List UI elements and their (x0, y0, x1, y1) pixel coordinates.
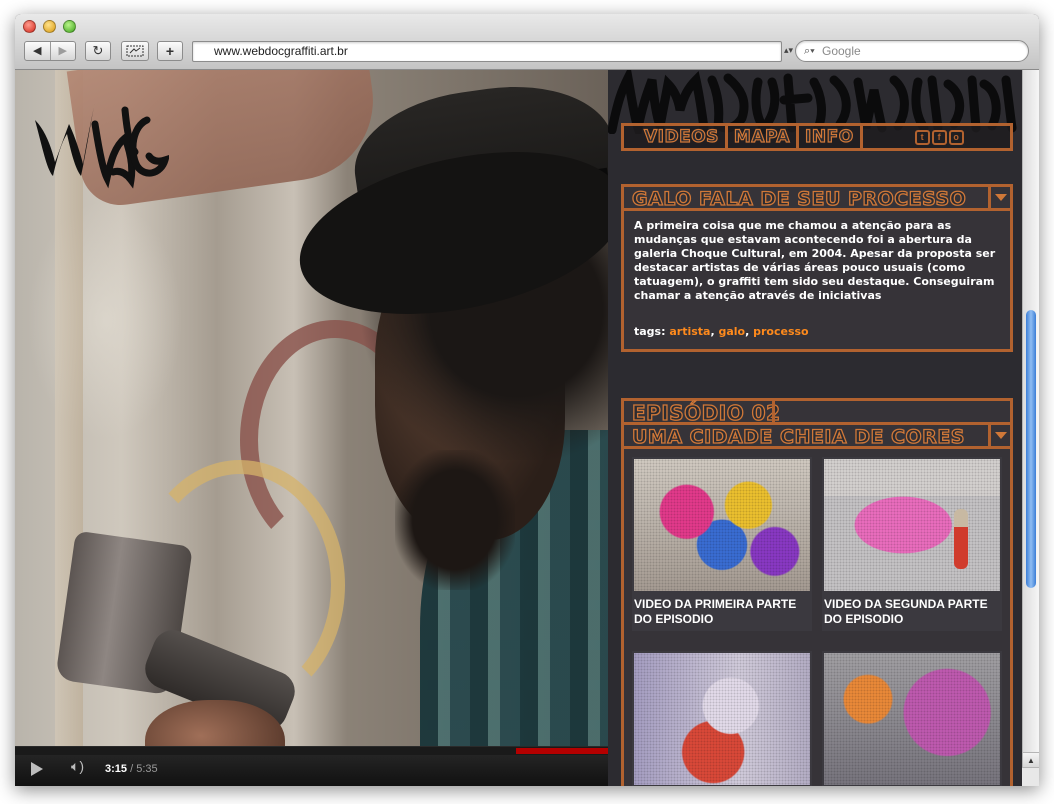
minimize-window-button[interactable] (43, 20, 56, 33)
tag-link[interactable]: processo (753, 325, 809, 338)
play-icon[interactable] (31, 762, 43, 776)
episode-number-header: EPISÓDIO 02 (624, 401, 1010, 425)
volume-icon[interactable]: 🔈︎) (71, 758, 84, 775)
search-placeholder: Google (822, 44, 861, 58)
menu-item-info[interactable]: INFO (799, 126, 863, 148)
menu-item-videos[interactable]: VIDEOS (624, 126, 728, 148)
plus-icon: + (165, 43, 175, 59)
zoom-window-button[interactable] (63, 20, 76, 33)
webclip-button[interactable] (121, 41, 149, 61)
thumbnail-caption: VIDEO DA PRIMEIRA PARTE DO EPISODIO (634, 597, 797, 626)
current-time: 3:15 (105, 763, 128, 775)
video-buffer-indicator (516, 748, 608, 754)
video-thumbnail[interactable] (632, 651, 812, 786)
back-icon[interactable]: ◀ (25, 42, 50, 60)
article-panel: GALO FALA DE SEU PROCESSO A primeira coi… (621, 184, 1013, 352)
tag-link[interactable]: galo (718, 325, 745, 338)
article-title: GALO FALA DE SEU PROCESSO (631, 187, 967, 210)
orkut-icon[interactable]: o (948, 129, 964, 145)
episode-title: UMA CIDADE CHEIA DE CORES (631, 425, 965, 448)
article-body: A primeira coisa que me chamou a atenção… (624, 211, 1010, 347)
menu-item-mapa[interactable]: MAPA (728, 126, 800, 148)
thumbnail-image (824, 653, 1000, 785)
main-menu: VIDEOS MAPA INFO t f o (621, 123, 1013, 151)
search-field[interactable]: ⌕▾ Google (795, 40, 1029, 62)
scroll-up-icon[interactable]: ▲ (1023, 752, 1039, 767)
side-panel: VIDEOS MAPA INFO t f o GALO FALA DE SEU … (608, 70, 1022, 786)
thumbnail-caption: VIDEO DA SEGUNDA PARTE DO EPISODIO (824, 597, 988, 626)
reload-button[interactable]: ↻ (85, 41, 111, 61)
article-text: A primeira coisa que me chamou a atenção… (634, 219, 996, 302)
wdg-logo[interactable] (29, 90, 169, 190)
episode-dropdown-icon[interactable] (988, 425, 1010, 446)
address-bar[interactable]: www.webdocgraffiti.art.br (192, 41, 782, 62)
duration: 5:35 (136, 763, 158, 775)
webclip-icon (126, 45, 144, 57)
video-thumbnail[interactable]: VIDEO DA SEGUNDA PARTE DO EPISODIO (822, 457, 1002, 631)
add-bookmark-button[interactable]: + (157, 41, 183, 61)
browser-toolbar: ◀ ▶ ↻ + www.webdocgraffiti.art.br ▴▾ ⌕▾ … (15, 14, 1039, 70)
tags-label: tags: (634, 325, 666, 338)
resize-grip[interactable] (1022, 768, 1039, 786)
episode-video-grid: VIDEO DA PRIMEIRA PARTE DO EPISODIO VIDE… (624, 449, 1010, 786)
tag-link[interactable]: artista (669, 325, 710, 338)
episode-title-header: UMA CIDADE CHEIA DE CORES (624, 425, 1010, 449)
thumbnail-image (634, 459, 810, 591)
article-tags: tags: artista, galo, processo (634, 325, 809, 338)
episode-number: EPISÓDIO 02 (631, 401, 781, 425)
article-dropdown-icon[interactable] (988, 187, 1010, 208)
thumbnail-image (634, 653, 810, 785)
video-time: 3:15 / 5:35 (105, 763, 158, 775)
reload-icon: ↻ (92, 43, 104, 58)
facebook-icon[interactable]: f (931, 129, 947, 145)
video-thumbnail[interactable] (822, 651, 1002, 786)
scrollbar-thumb[interactable] (1026, 310, 1036, 588)
social-links: t f o (914, 129, 964, 145)
episode-panel: EPISÓDIO 02 UMA CIDADE CHEIA DE CORES VI… (621, 398, 1013, 786)
vertical-scrollbar[interactable]: ▲ ▼ (1022, 70, 1039, 786)
back-forward-buttons: ◀ ▶ (24, 41, 76, 61)
video-thumbnail[interactable]: VIDEO DA PRIMEIRA PARTE DO EPISODIO (632, 457, 812, 631)
search-icon: ⌕▾ (804, 45, 815, 57)
address-dropdown-icon[interactable]: ▴▾ (784, 45, 793, 56)
video-player[interactable]: 🔈︎) 3:15 / 5:35 (15, 70, 608, 786)
twitter-icon[interactable]: t (914, 129, 930, 145)
forward-icon[interactable]: ▶ (49, 42, 76, 60)
browser-window: ◀ ▶ ↻ + www.webdocgraffiti.art.br ▴▾ ⌕▾ … (15, 14, 1039, 786)
article-header: GALO FALA DE SEU PROCESSO (624, 187, 1010, 211)
thumbnail-image (824, 459, 1000, 591)
close-window-button[interactable] (23, 20, 36, 33)
